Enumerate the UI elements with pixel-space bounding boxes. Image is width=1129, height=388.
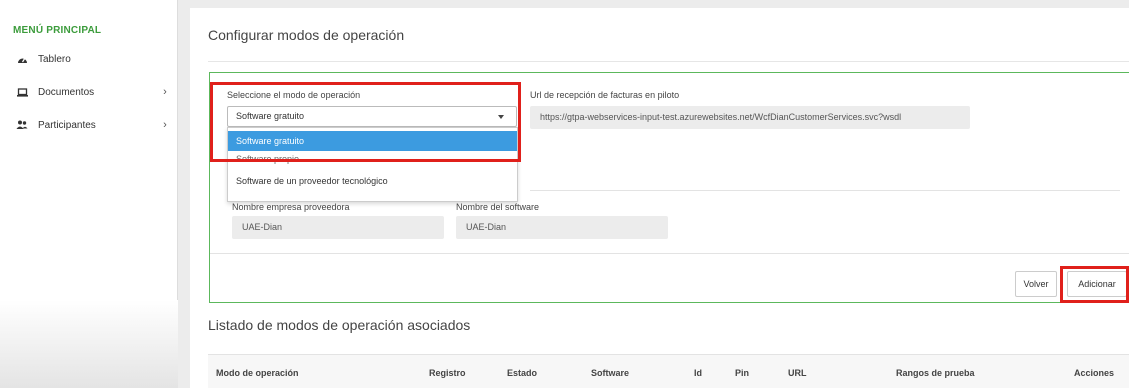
sidebar-item-participantes[interactable]: Participantes › (16, 116, 170, 134)
users-icon (16, 119, 28, 131)
operation-mode-form: Seleccione el modo de operación Software… (209, 72, 1129, 303)
chevron-right-icon: › (163, 119, 167, 131)
mode-label: Seleccione el modo de operación (227, 90, 361, 100)
main-panel: Configurar modos de operación Seleccione… (190, 8, 1129, 388)
url-label: Url de recepción de facturas en piloto (530, 90, 680, 100)
add-button[interactable]: Adicionar (1067, 271, 1127, 297)
sidebar-fade (0, 300, 178, 388)
divider (208, 61, 1129, 62)
back-button[interactable]: Volver (1015, 271, 1057, 297)
dropdown-option[interactable]: Software propio (228, 149, 517, 169)
laptop-icon (16, 86, 28, 98)
list-title: Listado de modos de operación asociados (208, 317, 471, 333)
column-header: Modo de operación (216, 368, 299, 378)
sidebar-item-tablero[interactable]: Tablero (16, 50, 170, 68)
sidebar-item-label: Participantes (38, 119, 96, 131)
software-name-label: Nombre del software (456, 202, 540, 212)
dashboard-icon (16, 53, 28, 65)
column-header: URL (788, 368, 807, 378)
column-header: Pin (735, 368, 750, 378)
menu-title: MENÚ PRINCIPAL (13, 25, 102, 36)
sidebar: MENÚ PRINCIPAL Tablero Documentos › Part… (0, 0, 178, 388)
caret-down-icon (498, 115, 504, 119)
sidebar-item-label: Tablero (38, 53, 71, 65)
column-header: Rangos de prueba (896, 368, 975, 378)
column-header: Software (591, 368, 630, 378)
sidebar-item-documentos[interactable]: Documentos › (16, 83, 170, 101)
operation-mode-select[interactable]: Software gratuito (227, 106, 517, 127)
page-title: Configurar modos de operación (208, 27, 405, 43)
column-header: Id (694, 368, 702, 378)
provider-label: Nombre empresa proveedora (232, 202, 350, 212)
column-header: Registro (429, 368, 466, 378)
column-header: Estado (507, 368, 538, 378)
column-header: Acciones (1074, 368, 1115, 378)
sidebar-item-label: Documentos (38, 86, 95, 98)
divider (530, 190, 1120, 191)
provider-field: UAE-Dian (232, 216, 444, 239)
url-field: https://gtpa-webservices-input-test.azur… (530, 106, 970, 129)
software-name-field: UAE-Dian (456, 216, 668, 239)
dropdown-option[interactable]: Software de un proveedor tecnológico (228, 171, 517, 191)
operation-mode-dropdown: Software gratuito Software propio Softwa… (227, 127, 518, 202)
dropdown-option[interactable]: Software gratuito (228, 131, 517, 151)
chevron-right-icon: › (163, 86, 167, 98)
table-header: Modo de operación Registro Estado Softwa… (208, 354, 1129, 388)
divider (210, 253, 1129, 254)
select-value: Software gratuito (236, 111, 305, 121)
